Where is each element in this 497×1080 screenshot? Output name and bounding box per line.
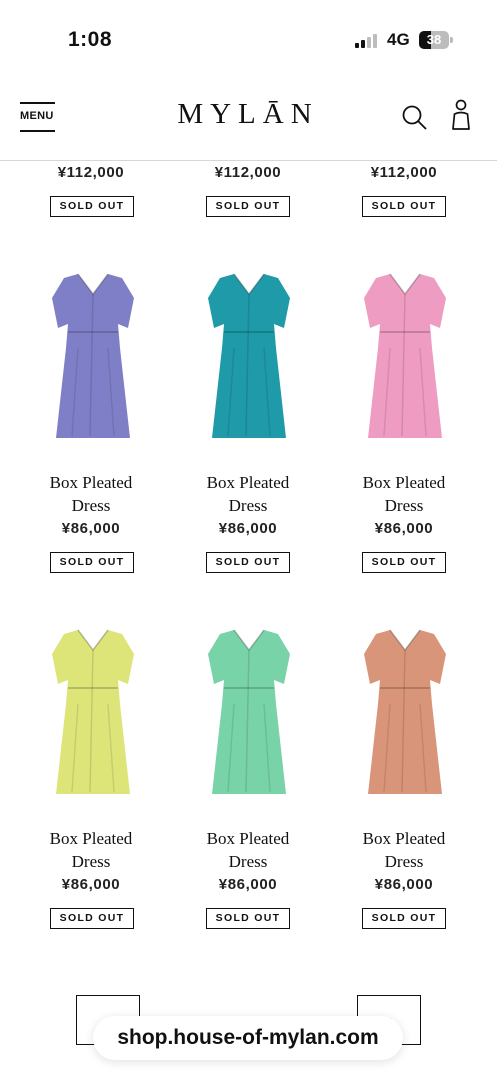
product-image[interactable]: [350, 266, 460, 446]
product-price: ¥86,000: [218, 876, 278, 893]
product-name-line: Box Pleated: [362, 473, 446, 492]
product-name-line: Dress: [71, 852, 111, 871]
product-name[interactable]: Box Pleated Dress: [13, 827, 169, 873]
menu-bar-top: [20, 102, 55, 104]
product-name[interactable]: Box Pleated Dress: [170, 827, 326, 873]
product-name-line: Box Pleated: [362, 829, 446, 848]
signal-icon: [355, 33, 381, 48]
product-name-line: Dress: [228, 496, 268, 515]
search-icon[interactable]: [401, 104, 427, 130]
site-logo[interactable]: MYLĀN: [160, 98, 336, 131]
menu-bar-bottom: [20, 130, 55, 132]
network-type: 4G: [387, 30, 410, 49]
product-price: ¥112,000: [214, 164, 282, 181]
sold-out-badge[interactable]: SOLD OUT: [206, 908, 290, 929]
product-price: ¥86,000: [218, 520, 278, 537]
product-image[interactable]: [38, 622, 148, 802]
product-price: ¥86,000: [61, 520, 121, 537]
battery-cap: [450, 37, 453, 43]
product-price: ¥86,000: [374, 876, 434, 893]
status-time: 1:08: [68, 28, 113, 51]
product-image[interactable]: [194, 266, 304, 446]
product-name-line: Dress: [384, 496, 424, 515]
sold-out-badge[interactable]: SOLD OUT: [206, 552, 290, 573]
sold-out-badge[interactable]: SOLD OUT: [50, 908, 134, 929]
product-price: ¥112,000: [57, 164, 125, 181]
sold-out-badge[interactable]: SOLD OUT: [362, 908, 446, 929]
site-header: MENU MYLĀN: [0, 80, 497, 161]
product-name[interactable]: Box Pleated Dress: [13, 471, 169, 517]
product-name[interactable]: Box Pleated Dress: [326, 827, 482, 873]
product-image[interactable]: [38, 266, 148, 446]
product-name-line: Dress: [384, 852, 424, 871]
sold-out-badge[interactable]: SOLD OUT: [362, 196, 446, 217]
status-bar: 1:08 4G 38: [0, 0, 497, 80]
product-name-line: Box Pleated: [49, 473, 133, 492]
sold-out-badge[interactable]: SOLD OUT: [206, 196, 290, 217]
product-name-line: Dress: [71, 496, 111, 515]
sold-out-badge[interactable]: SOLD OUT: [362, 552, 446, 573]
product-name[interactable]: Box Pleated Dress: [326, 471, 482, 517]
product-name-line: Dress: [228, 852, 268, 871]
user-icon[interactable]: [450, 99, 472, 131]
product-image[interactable]: [350, 622, 460, 802]
battery-level: 38: [426, 32, 442, 47]
product-image[interactable]: [194, 622, 304, 802]
product-name-line: Box Pleated: [206, 473, 290, 492]
product-name-line: Box Pleated: [206, 829, 290, 848]
product-name-line: Box Pleated: [49, 829, 133, 848]
sold-out-badge[interactable]: SOLD OUT: [50, 552, 134, 573]
product-price: ¥86,000: [61, 876, 121, 893]
product-price: ¥112,000: [370, 164, 438, 181]
product-name[interactable]: Box Pleated Dress: [170, 471, 326, 517]
menu-button[interactable]: MENU: [20, 102, 56, 132]
sold-out-badge[interactable]: SOLD OUT: [50, 196, 134, 217]
product-price: ¥86,000: [374, 520, 434, 537]
url-text: shop.house-of-mylan.com: [117, 1026, 379, 1049]
menu-label: MENU: [20, 110, 54, 122]
battery-icon: 38: [419, 31, 449, 49]
address-bar[interactable]: shop.house-of-mylan.com: [93, 1016, 403, 1060]
